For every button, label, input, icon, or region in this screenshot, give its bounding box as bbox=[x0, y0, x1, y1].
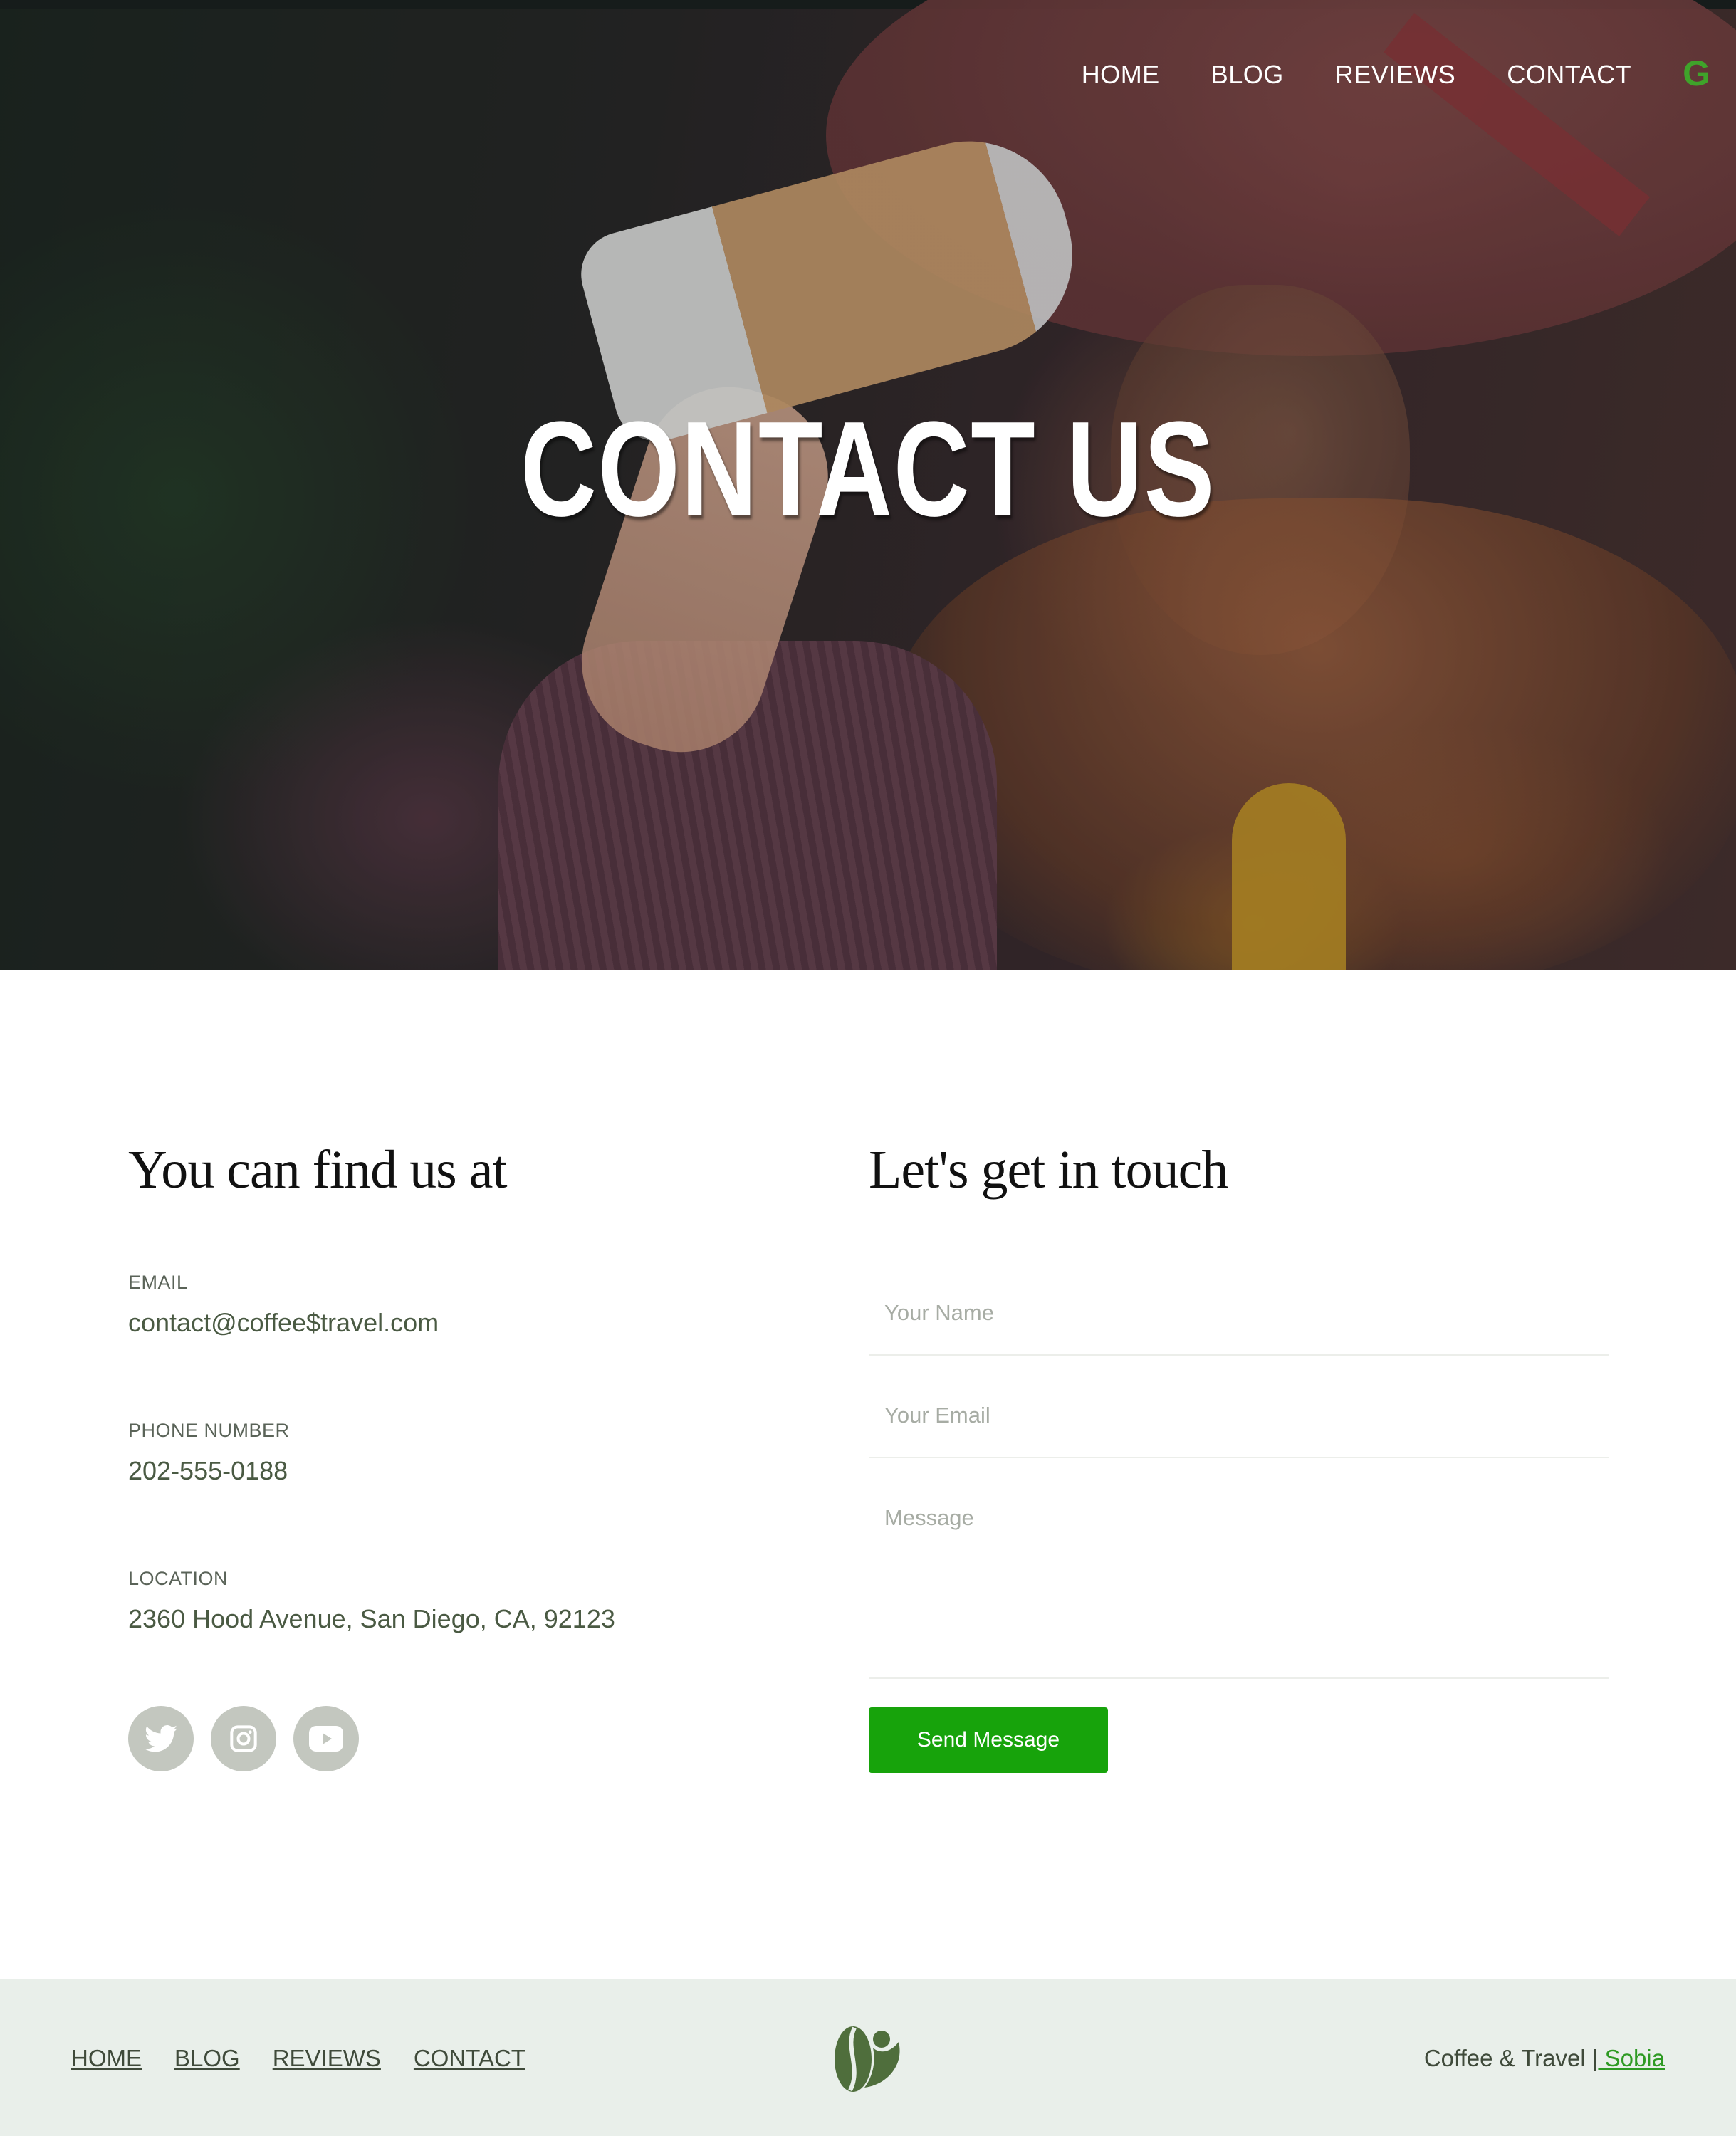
footer-nav: HOME BLOG REVIEWS CONTACT bbox=[71, 2045, 558, 2072]
name-field[interactable]: Your Name bbox=[869, 1300, 1609, 1356]
email-label: EMAIL bbox=[128, 1272, 188, 1293]
footer-link-reviews[interactable]: REVIEWS bbox=[273, 2045, 381, 2072]
location-label: LOCATION bbox=[128, 1568, 229, 1589]
main-nav: HOME BLOG REVIEWS CONTACT G bbox=[1082, 53, 1736, 94]
instagram-link[interactable] bbox=[211, 1706, 276, 1771]
contact-info-heading: You can find us at bbox=[128, 1140, 508, 1200]
contact-form-section: Let's get in touch Your Name Your Email … bbox=[869, 1139, 1609, 1773]
message-placeholder: Message bbox=[884, 1505, 974, 1530]
contact-info-section: You can find us at EMAIL contact@coffee$… bbox=[128, 1139, 769, 1771]
email-block: EMAIL contact@coffee$travel.com bbox=[128, 1272, 439, 1338]
location-value: 2360 Hood Avenue, San Diego, CA, 92123 bbox=[128, 1604, 615, 1633]
phone-label: PHONE NUMBER bbox=[128, 1420, 290, 1441]
email-placeholder: Your Email bbox=[884, 1403, 990, 1428]
nav-link-blog[interactable]: BLOG bbox=[1211, 60, 1284, 90]
location-block: LOCATION 2360 Hood Avenue, San Diego, CA… bbox=[128, 1568, 615, 1634]
send-message-button[interactable]: Send Message bbox=[869, 1707, 1108, 1773]
footer-credit-link[interactable]: Sobia bbox=[1598, 2045, 1665, 2071]
phone-value: 202-555-0188 bbox=[128, 1456, 288, 1485]
nav-link-contact[interactable]: CONTACT bbox=[1507, 60, 1631, 90]
footer-link-blog[interactable]: BLOG bbox=[174, 2045, 240, 2072]
twitter-link[interactable] bbox=[128, 1706, 194, 1771]
twitter-icon bbox=[145, 1725, 177, 1752]
nav-link-home[interactable]: HOME bbox=[1082, 60, 1160, 90]
hero-banner: HOME BLOG REVIEWS CONTACT G CONTACT US bbox=[0, 0, 1736, 970]
email-field[interactable]: Your Email bbox=[869, 1403, 1609, 1458]
page-title: CONTACT US bbox=[520, 394, 1216, 545]
nav-link-reviews[interactable]: REVIEWS bbox=[1335, 60, 1456, 90]
contact-form-heading: Let's get in touch bbox=[869, 1140, 1228, 1200]
site-logo-icon[interactable]: G bbox=[1683, 53, 1710, 94]
youtube-icon bbox=[309, 1726, 343, 1752]
footer-credit-text: Coffee & Travel | bbox=[1423, 2045, 1599, 2071]
coffee-bean-icon[interactable] bbox=[830, 2022, 904, 2093]
footer-link-contact[interactable]: CONTACT bbox=[414, 2045, 525, 2072]
footer-credit: Coffee & Travel | Sobia bbox=[1424, 2045, 1665, 2072]
youtube-link[interactable] bbox=[293, 1706, 359, 1771]
footer-link-home[interactable]: HOME bbox=[71, 2045, 142, 2072]
instagram-icon bbox=[230, 1725, 257, 1752]
phone-block: PHONE NUMBER 202-555-0188 bbox=[128, 1420, 290, 1486]
email-value: contact@coffee$travel.com bbox=[128, 1308, 439, 1337]
message-field[interactable]: Message bbox=[869, 1505, 1609, 1679]
social-links bbox=[128, 1706, 376, 1771]
name-placeholder: Your Name bbox=[884, 1300, 994, 1325]
footer: HOME BLOG REVIEWS CONTACT Coffee & Trave… bbox=[0, 1979, 1736, 2136]
